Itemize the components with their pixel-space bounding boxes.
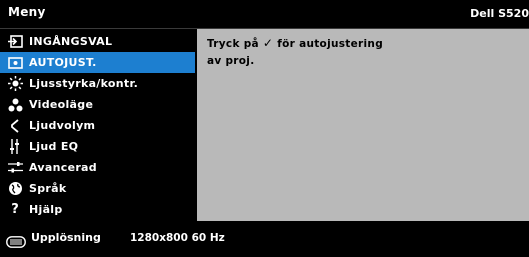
menu-item-volume[interactable]: Ljudvolym [0,115,195,136]
instruction-line-1: Tryck på ✓ för autojustering [207,36,383,50]
instruction-line-2: av proj. [207,55,255,67]
menu-item-label: Hjälp [29,203,63,216]
input-icon [7,34,23,50]
menu-item-advanced[interactable]: Avancerad [0,157,195,178]
equalizer-icon [7,139,23,155]
auto-adjust-icon [7,55,23,71]
menu-item-language[interactable]: Språk [0,178,195,199]
menu-item-label: Språk [29,182,67,195]
menu-item-label: Avancerad [29,161,97,174]
menu-item-label: Ljudvolym [29,119,96,132]
instruction-text-before: Tryck på [207,38,259,50]
menu-item-audio-eq[interactable]: Ljud EQ [0,136,195,157]
menu-item-label: Videoläge [29,98,94,111]
brightness-icon [7,76,23,92]
model-name: Dell S520 [470,7,529,20]
menu-item-video-mode[interactable]: Videoläge [0,94,195,115]
menu-item-brightness-contrast[interactable]: Ljusstyrka/kontr. [0,73,195,94]
checkmark-icon: ✓ [262,36,274,50]
resolution-value: 1280x800 60 Hz [130,232,225,244]
menu-item-label: INGÅNGSVAL [29,35,113,48]
volume-icon [7,118,23,134]
status-bar: Upplösning 1280x800 60 Hz [0,221,529,257]
title-bar: Meny Dell S520 [0,0,529,28]
menu-item-auto-adjust[interactable]: AUTOJUST. [0,52,195,73]
menu-item-input-select[interactable]: INGÅNGSVAL [0,31,195,52]
menu-item-help[interactable]: ? Hjälp [0,199,195,220]
resolution-label: Upplösning [31,231,101,244]
instruction-text-after: för autojustering [277,38,384,50]
menu-item-label: Ljusstyrka/kontr. [29,77,139,90]
language-icon [7,181,23,197]
osd-menu: INGÅNGSVAL AUTOJUST. Ljusstyrka/kontr. V… [0,29,195,221]
menu-title: Meny [8,5,46,19]
content-panel: Tryck på ✓ för autojustering av proj. [197,29,529,221]
menu-item-label: Ljud EQ [29,140,79,153]
advanced-settings-icon [7,160,23,176]
resolution-icon [6,233,26,248]
help-icon: ? [11,202,19,217]
menu-item-label: AUTOJUST. [29,56,97,69]
video-mode-icon [7,97,23,113]
